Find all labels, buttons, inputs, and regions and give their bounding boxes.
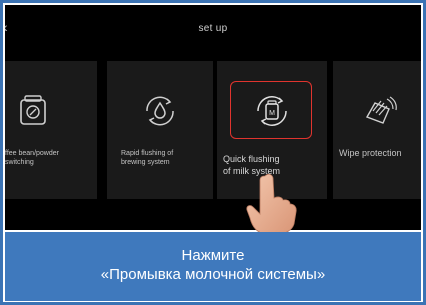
coffee-canister-icon bbox=[20, 95, 46, 125]
tile-wipe-protection[interactable]: Wipe protection bbox=[333, 61, 421, 199]
hand-wipe-icon bbox=[365, 96, 397, 124]
tile-label: Wipe protection bbox=[339, 148, 402, 158]
machine-display: ‹ set up ffee bean/powder switching Rapi… bbox=[5, 5, 421, 230]
selection-highlight bbox=[230, 81, 312, 139]
tile-label: ffee bean/powder switching bbox=[5, 150, 59, 166]
tile-bean-powder-switching[interactable]: ffee bean/powder switching bbox=[5, 61, 97, 199]
instruction-caption: Нажмите «Промывка молочной системы» bbox=[5, 232, 421, 301]
tile-rapid-flushing-brewing[interactable]: Rapid flushing of brewing system bbox=[107, 61, 213, 199]
pointing-hand-icon bbox=[246, 173, 297, 234]
caption-line-2: «Промывка молочной системы» bbox=[100, 266, 326, 283]
drop-rinse-icon bbox=[146, 96, 174, 126]
screen-title: set up bbox=[198, 23, 228, 34]
tile-label: Rapid flushing of brewing system bbox=[121, 150, 174, 166]
caption-line-1: Нажмите bbox=[181, 247, 245, 264]
